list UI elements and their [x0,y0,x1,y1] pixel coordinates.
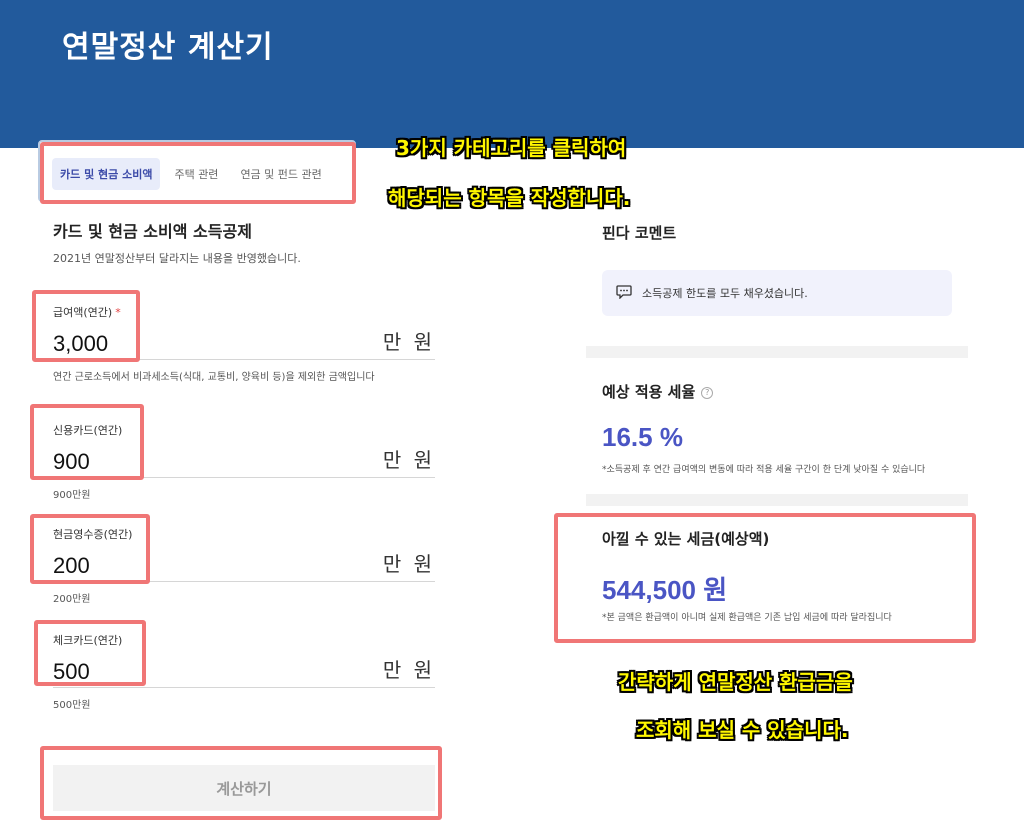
section-subtitle: 2021년 연말정산부터 달라지는 내용을 반영했습니다. [53,252,301,265]
tab-housing[interactable]: 주택 관련 [166,158,226,190]
comment-box: 소득공제 한도를 모두 채우셨습니다. [602,270,952,316]
rate-title: 예상 적용 세율? [602,381,714,402]
section-title: 카드 및 현금 소비액 소득공제 [53,222,252,241]
required-mark: * [115,306,121,319]
callout-top-line1: 3가지 카테고리를 클릭하여 [396,136,627,160]
credit-card-value[interactable]: 900 [53,449,90,477]
check-card-value[interactable]: 500 [53,659,90,687]
credit-card-field[interactable]: 신용카드(연간) 900 만 원 900만원 [53,422,435,501]
cash-receipt-unit: 만 원 [382,552,435,576]
check-card-field[interactable]: 체크카드(연간) 500 만 원 500만원 [53,632,435,711]
check-card-label: 체크카드(연간) [53,634,123,647]
rate-value: 16.5 % [602,422,683,452]
salary-field[interactable]: 급여액(연간) * 3,000 만 원 연간 근로소득에서 비과세소득(식대, 교… [53,304,435,383]
check-card-hint: 500만원 [53,700,91,711]
credit-card-unit: 만 원 [382,448,435,472]
divider-1 [586,346,968,358]
salary-hint: 연간 근로소득에서 비과세소득(식대, 교통비, 양육비 등)을 제외한 금액입… [53,372,375,383]
tab-pension-fund[interactable]: 연금 및 펀드 관련 [232,158,329,190]
credit-card-input-row[interactable]: 900 만 원 [53,438,435,478]
cash-receipt-field[interactable]: 현금영수증(연간) 200 만 원 200만원 [53,526,435,605]
tab-card-cash[interactable]: 카드 및 현금 소비액 [52,158,161,190]
saving-value: 544,500 원 [602,575,728,605]
comment-text: 소득공제 한도를 모두 채우셨습니다. [642,287,808,300]
callout-bottom-line2: 조회해 보실 수 있습니다. [636,718,849,742]
cash-receipt-hint: 200만원 [53,594,91,605]
page-title: 연말정산 계산기 [62,30,274,65]
chat-bubble-icon [616,284,632,302]
salary-label: 급여액(연간) * [53,306,121,319]
salary-unit: 만 원 [382,330,435,354]
comment-title: 핀다 코멘트 [602,224,677,242]
credit-card-hint: 900만원 [53,490,91,501]
rate-note: *소득공제 후 연간 급여액의 변동에 따라 적용 세율 구간이 한 단계 낮아… [602,465,926,475]
cash-receipt-value[interactable]: 200 [53,553,90,581]
check-card-input-row[interactable]: 500 만 원 [53,648,435,688]
callout-top-line2: 해당되는 항목을 작성합니다. [388,186,631,210]
category-tabs: 카드 및 현금 소비액 주택 관련 연금 및 펀드 관련 [52,158,330,190]
credit-card-label: 신용카드(연간) [53,424,123,437]
calculate-button[interactable]: 계산하기 [53,765,435,811]
page-header: 연말정산 계산기 [0,0,1024,148]
salary-input-row[interactable]: 3,000 만 원 [53,320,435,360]
help-icon[interactable]: ? [701,386,714,399]
saving-title: 아낄 수 있는 세금(예상액) [602,530,770,548]
salary-value[interactable]: 3,000 [53,331,108,359]
check-card-unit: 만 원 [382,658,435,682]
callout-bottom-line1: 간략하게 연말정산 환급금을 [618,670,853,694]
cash-receipt-label: 현금영수증(연간) [53,528,133,541]
saving-note: *본 금액은 환급액이 아니며 실제 환급액은 기존 납입 세금에 따라 달라집… [602,613,892,623]
divider-2 [586,494,968,506]
cash-receipt-input-row[interactable]: 200 만 원 [53,542,435,582]
